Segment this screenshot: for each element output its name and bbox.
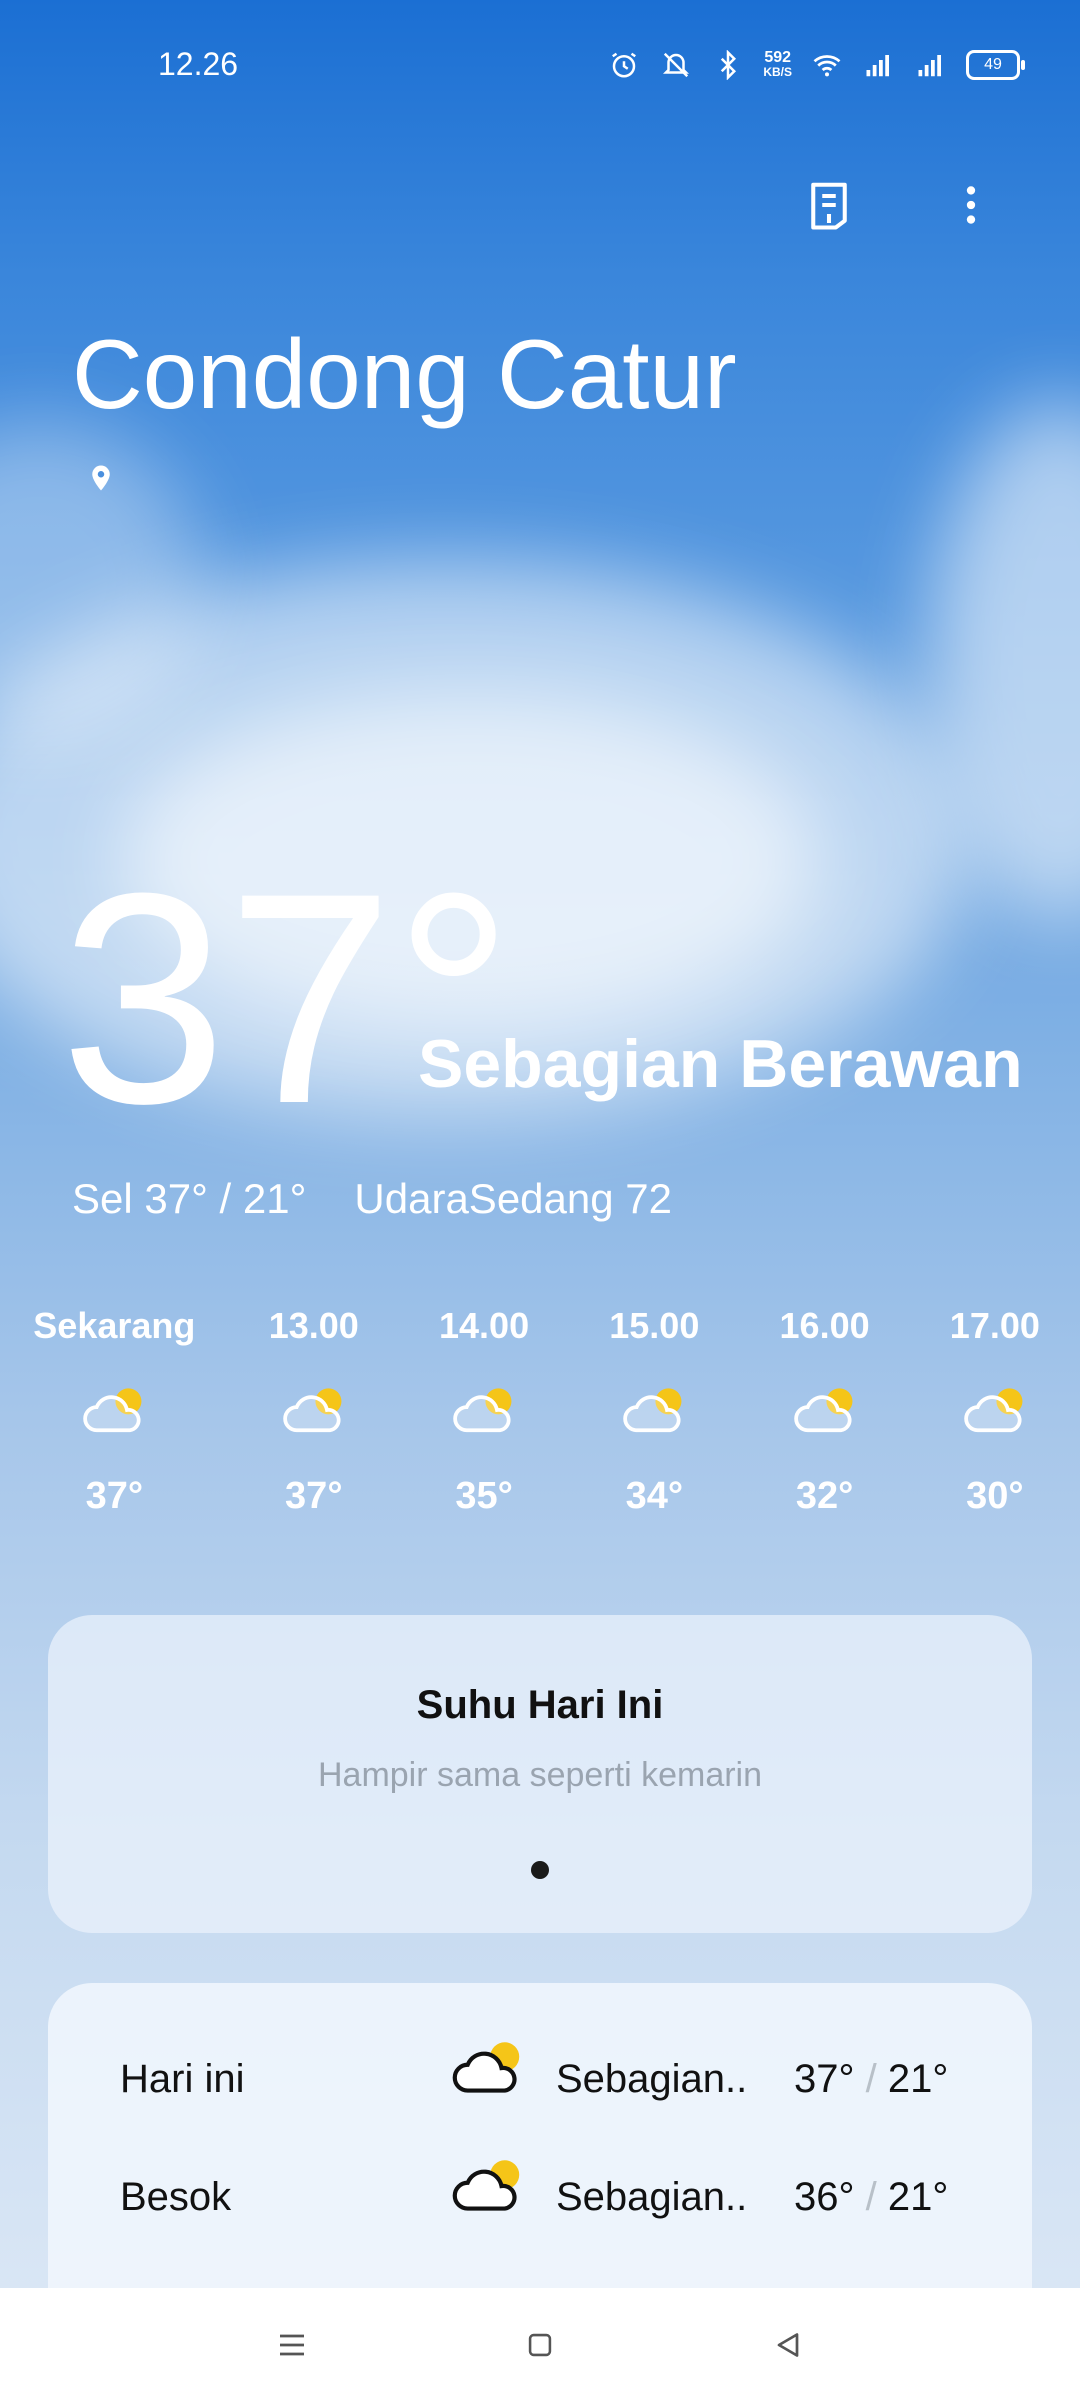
card-subtitle: Hampir sama seperti kemarin — [317, 1756, 763, 1794]
more-options-button[interactable] — [936, 170, 1006, 240]
hourly-time: 16.00 — [779, 1305, 870, 1346]
forecast-day: Hari ini — [120, 2057, 245, 2101]
location-pin-icon — [92, 465, 110, 491]
partly-cloudy-icon — [453, 1388, 512, 1433]
hourly-item: 13.00 37° — [229, 1305, 399, 1518]
mute-icon — [663, 52, 690, 78]
hourly-item: 15.00 34° — [569, 1305, 739, 1518]
city-name: Condong Catur — [72, 319, 737, 429]
partly-cloudy-icon — [452, 2160, 520, 2211]
hourly-temp: 37° — [85, 1475, 144, 1517]
air-quality[interactable]: UdaraSedang 72 — [354, 1175, 672, 1223]
hourly-forecast[interactable]: Sekarang 37° 13.00 37° 14.00 35° 15.00 3… — [0, 1305, 1080, 1518]
page-indicator — [531, 1861, 549, 1879]
signal-icon — [918, 55, 941, 77]
net-speed-unit: KB/S — [763, 65, 792, 79]
forecast-low: 21° — [887, 2057, 949, 2101]
partly-cloudy-icon — [452, 2042, 520, 2093]
hourly-temp: 34° — [625, 1475, 684, 1517]
hourly-time: 14.00 — [439, 1305, 530, 1346]
city-list-button[interactable] — [794, 170, 864, 240]
square-icon — [528, 2333, 552, 2357]
back-triangle-icon — [777, 2333, 799, 2357]
home-button[interactable] — [510, 2320, 570, 2370]
forecast-range: 36° / 21° — [794, 2175, 948, 2220]
recent-apps-button[interactable] — [262, 2320, 322, 2370]
menu-icon — [280, 2334, 304, 2356]
wifi-icon — [813, 55, 841, 77]
battery-icon: 49 — [966, 50, 1025, 80]
card-title: Suhu Hari Ini — [416, 1683, 664, 1727]
alarm-icon — [612, 52, 637, 78]
more-vertical-icon — [966, 186, 976, 224]
hourly-time: 13.00 — [268, 1305, 359, 1346]
hourly-time: 15.00 — [609, 1305, 700, 1346]
forecast-condition: Sebagian.. — [556, 2057, 748, 2101]
forecast-day: Besok — [120, 2175, 232, 2219]
back-button[interactable] — [758, 2320, 818, 2370]
today-temperature-card[interactable]: Suhu Hari Ini Hampir sama seperti kemari… — [48, 1615, 1032, 1933]
day-temperature-range: Sel 37° / 21° — [72, 1175, 307, 1222]
partly-cloudy-icon — [964, 1388, 1023, 1433]
signal-icon — [866, 55, 889, 77]
range-separator: / — [865, 2175, 877, 2219]
forecast-condition: Sebagian.. — [556, 2175, 748, 2219]
network-speed: 592 KB/S — [763, 50, 792, 80]
hourly-temp: 37° — [285, 1475, 343, 1517]
hourly-item: 14.00 35° — [399, 1305, 569, 1518]
hourly-item: Sekarang 37° — [0, 1305, 229, 1518]
hourly-time: Sekarang — [33, 1305, 196, 1346]
system-navigation-bar — [0, 2288, 1080, 2400]
hourly-item: 17.00 30° — [910, 1305, 1080, 1518]
status-bar: 12.26 592 KB/S 49 — [0, 0, 1080, 130]
hourly-temp: 35° — [455, 1475, 513, 1517]
weather-screen: 12.26 592 KB/S 49 Condong Catur 37° Seba… — [0, 0, 1080, 2288]
current-temperature: 37° — [60, 830, 514, 1166]
forecast-range: 37° / 21° — [794, 2057, 948, 2102]
partly-cloudy-icon — [283, 1388, 342, 1433]
bluetooth-icon — [721, 50, 737, 80]
forecast-high: 36° — [794, 2175, 855, 2219]
partly-cloudy-icon — [83, 1388, 142, 1433]
status-icons: 592 KB/S 49 — [607, 50, 1025, 80]
forecast-row[interactable]: Hari ini Sebagian.. 37° / 21° — [48, 2039, 1032, 2119]
hourly-time: 17.00 — [949, 1305, 1040, 1346]
current-condition: Sebagian Berawan — [418, 1026, 1023, 1102]
daily-forecast-card[interactable]: Hari ini Sebagian.. 37° / 21° Besok Seba… — [48, 1983, 1032, 2288]
net-speed-value: 592 — [764, 49, 792, 66]
hourly-temp: 32° — [795, 1475, 854, 1517]
partly-cloudy-icon — [793, 1388, 853, 1433]
forecast-low: 21° — [887, 2175, 949, 2219]
hourly-temp: 30° — [966, 1475, 1024, 1517]
list-icon — [811, 182, 847, 230]
current-details: Sel 37° / 21° UdaraSedang 72 — [72, 1175, 672, 1223]
forecast-high: 37° — [794, 2057, 855, 2101]
partly-cloudy-icon — [623, 1388, 682, 1433]
status-time: 12.26 — [158, 46, 239, 82]
battery-level: 49 — [984, 56, 1002, 73]
hourly-item: 16.00 32° — [739, 1305, 909, 1518]
range-separator: / — [865, 2057, 877, 2101]
forecast-row[interactable]: Besok Sebagian.. 36° / 21° — [48, 2157, 1032, 2237]
